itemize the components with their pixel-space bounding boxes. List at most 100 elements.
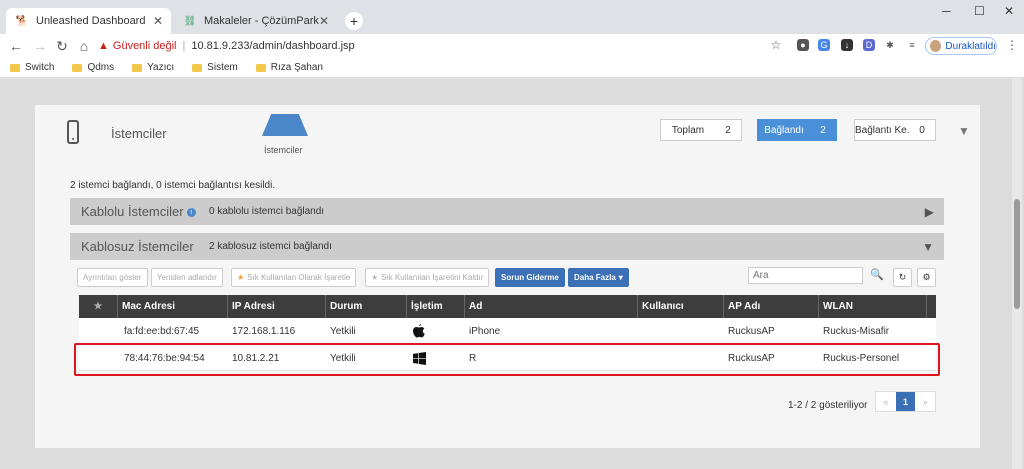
link-icon: ⛓	[183, 15, 197, 27]
counter-value: 2	[820, 124, 826, 136]
bookmark-label: Switch	[25, 62, 55, 73]
column-status[interactable]: Durum	[326, 295, 407, 318]
show-details-button[interactable]: Ayrıntıları göster	[77, 268, 148, 287]
extension-icon[interactable]: ●	[797, 39, 809, 51]
wireless-clients-bar[interactable]: Kablosuz İstemciler 2 kablosuz istemci b…	[70, 233, 944, 260]
table-row[interactable]: fa:fd:ee:bd:67:45 172.168.1.116 Yetkili …	[79, 318, 936, 344]
wlan-cell: Ruckus-Misafir	[823, 325, 890, 337]
caret-down-icon: ▾	[618, 273, 623, 282]
more-dropdown[interactable]: Daha Fazla ▾	[568, 268, 629, 287]
folder-icon	[192, 63, 203, 72]
collapse-arrow-icon[interactable]: ▼	[922, 240, 934, 254]
folder-icon	[72, 63, 83, 72]
mark-favorite-label: Sık Kullanılan Olarak İşaretle	[247, 273, 351, 282]
prev-page-button[interactable]: «	[876, 392, 896, 411]
bookmark-qdms[interactable]: Qdms	[72, 62, 114, 73]
section-title: İstemciler	[111, 126, 167, 141]
folder-icon	[132, 63, 143, 72]
page-1-button[interactable]: 1	[895, 392, 916, 411]
page-scrollbar[interactable]	[1012, 79, 1022, 469]
scrollbar-thumb[interactable]	[1014, 199, 1020, 309]
bookmark-label: Qdms	[87, 62, 115, 73]
bookmark-yazici[interactable]: Yazıcı	[132, 62, 174, 73]
column-mac[interactable]: Mac Adresi	[118, 295, 228, 318]
search-input[interactable]	[748, 267, 863, 284]
favorite-column-icon[interactable]: ★	[79, 295, 118, 318]
mark-favorite-button[interactable]: ★ Sık Kullanılan Olarak İşaretle	[231, 268, 357, 287]
counter-label: Toplam	[671, 124, 705, 136]
forward-icon[interactable]: →	[32, 38, 48, 54]
counter-value: 2	[725, 124, 731, 136]
counter-total[interactable]: Toplam 2	[660, 119, 742, 141]
wired-clients-bar[interactable]: Kablolu İstemciler i 0 kablolu istemci ba…	[70, 198, 944, 225]
column-os[interactable]: İşletim	[407, 295, 465, 318]
translate-icon[interactable]: G	[818, 39, 830, 51]
star-icon: ★	[237, 273, 245, 282]
user-cell	[638, 318, 724, 344]
troubleshoot-button[interactable]: Sorun Giderme	[495, 268, 565, 287]
warning-icon: ▲	[98, 40, 109, 52]
next-page-button[interactable]: »	[915, 392, 935, 411]
folder-icon	[10, 63, 20, 72]
ruckus-dog-icon: 🐕	[15, 15, 29, 27]
maximize-icon[interactable]: ☐	[974, 4, 985, 18]
counter-label: Bağlandı	[764, 124, 804, 136]
folder-icon	[255, 63, 266, 72]
menu-icon[interactable]: ⋮	[1004, 38, 1020, 52]
close-window-icon[interactable]: ✕	[1004, 4, 1014, 18]
search-icon[interactable]: 🔍	[870, 268, 884, 281]
bookmark-sistem[interactable]: Sistem	[192, 62, 238, 73]
star-icon[interactable]: ☆	[768, 38, 784, 52]
wireless-title: Kablosuz İstemciler	[81, 239, 194, 254]
home-icon[interactable]: ⌂	[76, 38, 92, 54]
profile-button[interactable]: Duraklatıldı	[925, 37, 997, 55]
favorite-cell[interactable]	[79, 318, 118, 344]
column-ip[interactable]: IP Adresi	[228, 295, 326, 318]
close-tab-icon[interactable]: ✕	[319, 14, 329, 28]
avatar	[930, 40, 942, 52]
gear-icon[interactable]: ⚙	[917, 268, 936, 287]
clients-summary: 2 istemci bağlandı, 0 istemci bağlantısı…	[70, 180, 276, 191]
counter-disconnected[interactable]: Bağlantı Ke... 0	[854, 119, 936, 141]
expand-arrow-icon[interactable]: ▶	[925, 205, 934, 219]
ip-cell: 172.168.1.116	[232, 325, 296, 337]
apple-icon	[413, 324, 425, 338]
tab-strip: 🐕 Unleashed Dashboard ✕ ⛓ Makaleler - Çö…	[0, 0, 1024, 34]
bookmark-switch[interactable]: Switch	[10, 62, 54, 73]
new-tab-button[interactable]: +	[345, 12, 363, 30]
phone-icon	[67, 120, 79, 144]
column-name[interactable]: Ad	[465, 295, 638, 318]
unmark-favorite-button[interactable]: ★ Sık Kullanılan İşaretini Kaldır	[365, 268, 490, 287]
address-bar[interactable]: ▲ Güvenli değil | 10.81.9.233/admin/dash…	[98, 37, 778, 55]
profile-label: Duraklatıldı	[945, 40, 996, 52]
counter-connected[interactable]: Bağlandı 2	[757, 119, 837, 141]
bookmark-riza-sahan[interactable]: Rıza Şahan	[255, 62, 323, 73]
star-icon: ★	[371, 273, 379, 282]
tab-makaleler[interactable]: ⛓ Makaleler - ÇözümPark ✕	[174, 8, 337, 34]
info-icon[interactable]: i	[186, 208, 196, 218]
more-label: Daha Fazla	[574, 273, 616, 282]
close-tab-icon[interactable]: ✕	[153, 14, 163, 28]
clients-shape-label: İstemciler	[264, 145, 303, 155]
collapse-section-icon[interactable]: ▼	[958, 124, 970, 138]
name-cell: iPhone	[469, 325, 501, 337]
back-icon[interactable]: ←	[8, 38, 24, 54]
refresh-icon[interactable]: ↻	[893, 268, 912, 287]
bookmark-label: Rıza Şahan	[270, 62, 323, 73]
column-user[interactable]: Kullanıcı	[638, 295, 724, 318]
puzzle-icon[interactable]: ✱	[884, 39, 896, 51]
download-icon[interactable]: ↓	[841, 39, 853, 51]
reading-list-icon[interactable]: ≡	[906, 39, 918, 51]
pagination: « 1 »	[875, 391, 936, 412]
os-cell	[407, 318, 465, 344]
column-ap[interactable]: AP Adı	[724, 295, 819, 318]
minimize-icon[interactable]: ─	[942, 4, 951, 18]
tab-unleashed-dashboard[interactable]: 🐕 Unleashed Dashboard ✕	[6, 8, 171, 34]
column-wlan[interactable]: WLAN	[819, 295, 927, 318]
wired-desc: 0 kablolu istemci bağlandı	[209, 206, 325, 217]
extension-d-icon[interactable]: D	[863, 39, 875, 51]
bookmark-label: Sistem	[207, 62, 238, 73]
reload-icon[interactable]: ↻	[54, 38, 70, 55]
rename-button[interactable]: Yeniden adlandır	[151, 268, 223, 287]
url-text: 10.81.9.233/admin/dashboard.jsp	[191, 40, 355, 52]
